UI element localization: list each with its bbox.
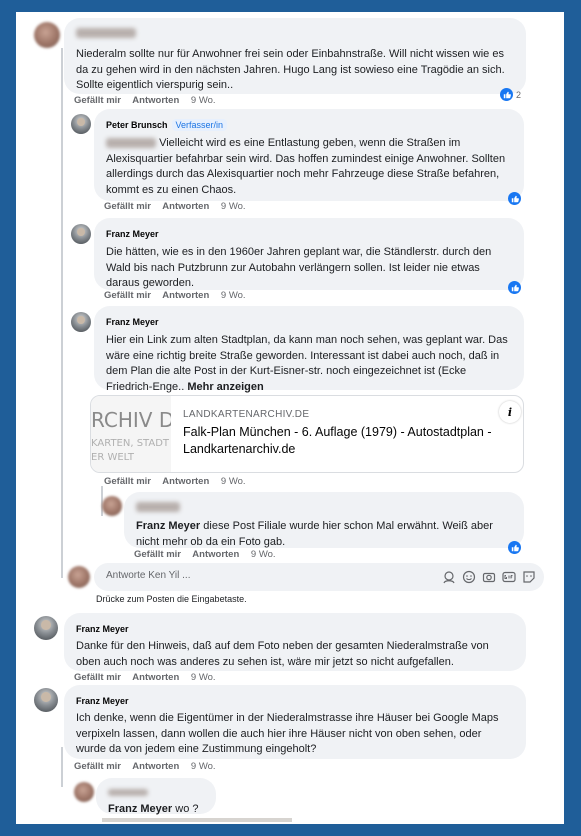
like-reaction-icon <box>500 88 513 101</box>
thumbnail-text: ER WELT <box>91 452 134 463</box>
like-button[interactable]: Gefällt mir <box>104 201 151 212</box>
comment-bubble: Franz Meyer Die hätten, wie es in den 19… <box>94 218 524 290</box>
comment-text: Franz Meyer wo ? <box>108 802 204 818</box>
gif-icon[interactable] <box>502 570 516 584</box>
reply-button[interactable]: Antworten <box>132 761 179 772</box>
reply-button[interactable]: Antworten <box>162 476 209 487</box>
comment-actions: Gefällt mir Antworten 9 Wo. <box>74 761 225 772</box>
timestamp[interactable]: 9 Wo. <box>191 672 216 683</box>
like-button[interactable]: Gefällt mir <box>134 549 181 560</box>
comment-text: Niederalm sollte nur für Anwohner frei s… <box>76 48 505 91</box>
timestamp[interactable]: 9 Wo. <box>221 476 246 487</box>
thread-line <box>61 747 63 787</box>
comment-actions: Gefällt mir Antworten 9 Wo. <box>104 201 255 212</box>
comment-text: Danke für den Hinweis, daß auf dem Foto … <box>76 640 489 668</box>
comment-bubble: Niederalm sollte nur für Anwohner frei s… <box>64 18 526 94</box>
camera-icon[interactable] <box>482 570 496 584</box>
author-name-blurred[interactable] <box>108 789 148 797</box>
see-more-link[interactable]: Mehr anzeigen <box>187 381 263 393</box>
comment-bubble: Peter Brunsch Verfasser/in Vielleicht wir… <box>94 109 524 201</box>
comments-panel: Niederalm sollte nur für Anwohner frei s… <box>16 12 564 824</box>
info-icon[interactable]: i <box>499 401 521 423</box>
comment-actions: Gefällt mir Antworten 9 Wo. <box>104 290 255 301</box>
reaction-summary[interactable] <box>508 192 521 205</box>
comment-text: Die hätten, wie es in den 1960er Jahren … <box>106 246 492 289</box>
reply-toolbar <box>442 570 536 584</box>
reaction-summary[interactable] <box>508 541 521 554</box>
reply-button[interactable]: Antworten <box>162 201 209 212</box>
link-preview-card[interactable]: RCHIV D KARTEN, STADT ER WELT LANDKARTEN… <box>90 395 524 473</box>
author-name[interactable]: Franz Meyer <box>106 228 159 241</box>
thumbnail-text: RCHIV D <box>91 408 171 432</box>
like-button[interactable]: Gefällt mir <box>74 672 121 683</box>
timestamp[interactable]: 9 Wo. <box>191 95 216 106</box>
avatar[interactable] <box>74 782 94 802</box>
avatar[interactable] <box>71 224 91 244</box>
avatar-sticker-icon[interactable] <box>442 570 456 584</box>
like-reaction-icon <box>508 281 521 294</box>
link-title[interactable]: Falk-Plan München - 6. Auflage (1979) - … <box>183 424 519 458</box>
comment-actions: Gefällt mir Antworten 9 Wo. <box>134 549 285 560</box>
comment-actions: Gefällt mir Antworten 9 Wo. <box>74 672 225 683</box>
comment-text: Vielleicht wird es eine Entlastung geben… <box>106 136 512 198</box>
link-domain: LANDKARTENARCHIV.DE <box>183 409 310 420</box>
comment-actions: Gefällt mir Antworten 9 Wo. <box>104 476 255 487</box>
author-name[interactable]: Peter Brunsch <box>106 119 168 132</box>
reply-button[interactable]: Antworten <box>192 549 239 560</box>
avatar[interactable] <box>71 114 91 134</box>
timestamp[interactable]: 9 Wo. <box>251 549 276 560</box>
like-button[interactable]: Gefällt mir <box>74 761 121 772</box>
thread-line <box>61 48 63 578</box>
reply-button[interactable]: Antworten <box>132 95 179 106</box>
timestamp[interactable]: 9 Wo. <box>191 761 216 772</box>
comment-body: wo ? <box>175 803 199 815</box>
comment-text: Hier ein Link zum alten Stadtplan, da ka… <box>106 333 512 395</box>
reply-placeholder: Antworte Ken Yil ... <box>106 570 191 581</box>
author-name-blurred[interactable] <box>136 501 180 512</box>
link-thumbnail: RCHIV D KARTEN, STADT ER WELT <box>91 396 171 472</box>
like-reaction-icon <box>508 192 521 205</box>
reply-button[interactable]: Antworten <box>132 672 179 683</box>
mention[interactable]: Franz Meyer <box>136 520 200 532</box>
comment-bubble: Franz Meyer Ich denke, wenn die Eigentüm… <box>64 685 526 759</box>
comment-bubble: Franz Meyer wo ? <box>96 778 216 815</box>
author-name[interactable]: Franz Meyer <box>76 695 129 708</box>
like-button[interactable]: Gefällt mir <box>104 290 151 301</box>
like-button[interactable]: Gefällt mir <box>74 95 121 106</box>
reply-button[interactable]: Antworten <box>162 290 209 301</box>
emoji-icon[interactable] <box>462 570 476 584</box>
avatar[interactable] <box>71 312 91 332</box>
reply-input[interactable]: Antworte Ken Yil ... <box>94 563 544 591</box>
comment-bubble: Franz Meyer diese Post Filiale wurde hie… <box>124 492 524 548</box>
media-preview-edge <box>102 818 292 822</box>
reaction-count: 2 <box>516 89 522 100</box>
mention[interactable]: Franz Meyer <box>108 803 172 815</box>
timestamp[interactable]: 9 Wo. <box>221 290 246 301</box>
comment-body: Vielleicht wird es eine Entlastung geben… <box>106 137 506 196</box>
author-name-blurred[interactable] <box>76 27 136 38</box>
comment-text: Franz Meyer diese Post Filiale wurde hie… <box>136 519 512 550</box>
thumbnail-text: KARTEN, STADT <box>91 438 170 449</box>
reaction-summary[interactable]: 2 <box>500 88 521 101</box>
avatar <box>68 566 90 588</box>
comment-body: Hier ein Link zum alten Stadtplan, da ka… <box>106 334 508 393</box>
avatar[interactable] <box>34 616 58 640</box>
comment-bubble: Franz Meyer Danke für den Hinweis, daß a… <box>64 613 526 671</box>
author-badge: Verfasser/in <box>171 119 228 131</box>
mention-blurred[interactable] <box>106 138 156 149</box>
author-name[interactable]: Franz Meyer <box>106 316 159 329</box>
comment-actions: Gefällt mir Antworten 9 Wo. <box>74 95 225 106</box>
timestamp[interactable]: 9 Wo. <box>221 201 246 212</box>
comment-bubble: Franz Meyer Hier ein Link zum alten Stad… <box>94 306 524 393</box>
post-hint: Drücke zum Posten die Eingabetaste. <box>96 594 247 604</box>
like-button[interactable]: Gefällt mir <box>104 476 151 487</box>
reaction-summary[interactable] <box>508 281 521 294</box>
avatar[interactable] <box>102 496 122 516</box>
author-name[interactable]: Franz Meyer <box>76 623 129 636</box>
avatar[interactable] <box>34 688 58 712</box>
avatar[interactable] <box>34 22 60 48</box>
sticker-icon[interactable] <box>522 570 536 584</box>
like-reaction-icon <box>508 541 521 554</box>
comment-text: Ich denke, wenn die Eigentümer in der Ni… <box>76 712 499 755</box>
